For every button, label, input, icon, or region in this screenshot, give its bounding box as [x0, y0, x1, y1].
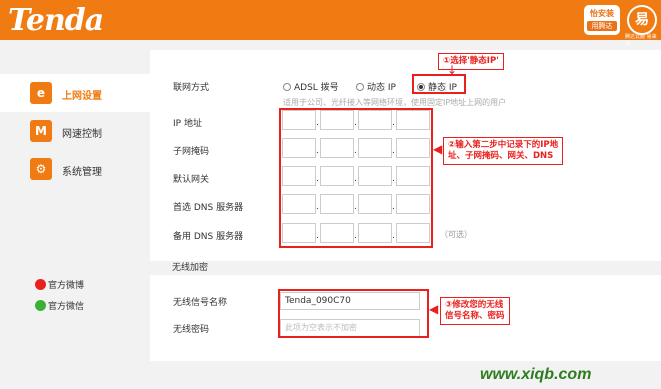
- subnet-mask-label: 子网掩码: [173, 147, 210, 157]
- sidebar-item-label: 系统管理: [62, 167, 102, 178]
- cloud-badge[interactable]: 易: [627, 5, 657, 35]
- annotation-arrow-left-icon: ◀: [433, 142, 443, 156]
- annotation-box-ip-fields: [279, 108, 433, 248]
- secondary-dns-label: 备用 DNS 服务器: [173, 232, 244, 242]
- badge-line2: 用腾达: [587, 21, 617, 31]
- annotation-step2: ②输入第二步中记录下的IP地 址、子网掩码、网关、DNS: [443, 137, 564, 165]
- annotation-arrow-down-icon: ↓: [447, 63, 458, 77]
- primary-dns-label: 首选 DNS 服务器: [173, 203, 244, 213]
- ssid-label: 无线信号名称: [173, 298, 228, 308]
- password-label: 无线密码: [173, 325, 210, 335]
- weixin-label: 官方微信: [48, 302, 85, 312]
- annotation-step3-line1: ③修改您的无线: [445, 300, 504, 310]
- header-bar: Tenda 怡安装 用腾达 易 腾达云服 易来选: [0, 0, 661, 47]
- badge-line1: 怡安装: [590, 9, 614, 18]
- optional-note: （可选）: [440, 230, 472, 239]
- cloud-badge-sub: 腾达云服 易来选: [625, 34, 657, 47]
- weibo-link[interactable]: 官方微博: [35, 278, 84, 291]
- annotation-arrow-left-icon: ◀: [429, 302, 439, 316]
- watermark: www.xiqb.com: [480, 366, 592, 383]
- radio-circle: [283, 83, 291, 91]
- annotation-step2-line1: ②输入第二步中记录下的IP地: [448, 140, 559, 150]
- weixin-link[interactable]: 官方微信: [35, 299, 84, 312]
- internet-icon: e: [30, 82, 52, 104]
- wechat-icon: [35, 300, 46, 311]
- annotation-step3: ③修改您的无线 信号名称、密码: [440, 297, 510, 325]
- radio-dynamic-ip[interactable]: 动态 IP: [356, 80, 396, 93]
- wan-mode-label: 联网方式: [173, 83, 210, 93]
- sidebar: e 上网设置 M 网速控制 ⚙ 系统管理 官方微博 官方微信: [0, 50, 150, 389]
- wireless-section-title: 无线加密: [150, 261, 661, 275]
- tenda-logo: Tenda: [8, 3, 104, 38]
- speed-icon: M: [30, 120, 52, 142]
- radio-label: ADSL 拨号: [294, 83, 339, 93]
- static-ip-hint: 适用于公司、光纤接入等网络环境，使用固定IP地址上网的用户: [283, 98, 507, 107]
- radio-adsl[interactable]: ADSL 拨号: [283, 80, 339, 93]
- radio-label: 动态 IP: [367, 83, 396, 93]
- annotation-box-static-ip: [412, 74, 466, 94]
- annotation-step3-line2: 信号名称、密码: [445, 311, 505, 321]
- annotation-box-wireless: [278, 289, 429, 338]
- install-badge[interactable]: 怡安装 用腾达: [584, 5, 620, 35]
- sidebar-item-speed-control[interactable]: M 网速控制: [0, 112, 150, 150]
- sidebar-item-label: 网速控制: [62, 129, 102, 140]
- annotation-step2-line2: 址、子网掩码、网关、DNS: [448, 151, 554, 161]
- gear-icon: ⚙: [30, 158, 52, 180]
- gateway-label: 默认网关: [173, 175, 210, 185]
- radio-circle: [356, 83, 364, 91]
- weibo-icon: [35, 279, 46, 290]
- sidebar-item-label: 上网设置: [62, 91, 102, 102]
- ip-address-label: IP 地址: [173, 119, 202, 129]
- sidebar-item-internet-settings[interactable]: e 上网设置: [0, 74, 150, 112]
- sidebar-item-system-management[interactable]: ⚙ 系统管理: [0, 150, 150, 188]
- weibo-label: 官方微博: [48, 281, 85, 291]
